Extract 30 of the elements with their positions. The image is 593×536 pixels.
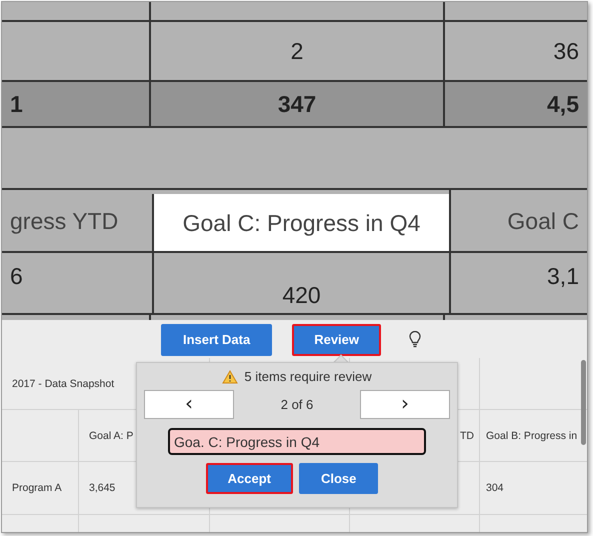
table-cell: 304 [486, 482, 504, 494]
popup-button[interactable]: Accept [206, 463, 293, 494]
previous-button[interactable]: ‹ [144, 390, 234, 419]
position-label: 2 of 6 [280, 397, 314, 412]
table-cell: 36 [553, 37, 579, 65]
scrollbar[interactable] [581, 360, 586, 445]
table-cell: 3,1 [547, 262, 579, 290]
lightbulb-icon[interactable] [409, 331, 422, 348]
table-cell: 4,5 [547, 90, 579, 118]
table-cell: 3,645 [89, 482, 116, 494]
table-cell: Goal C: Progress in Q4 [182, 208, 420, 236]
table-cell: 1 [10, 90, 23, 118]
table-cell: Program A [12, 482, 62, 494]
sheet-title: 2017 - Data Snapshot [12, 378, 114, 390]
table-cell: 420 [282, 281, 321, 309]
table-cell: Goal A: P [89, 430, 134, 442]
table-cell: Goal C [507, 206, 579, 234]
popup-button[interactable]: Close [298, 463, 378, 494]
toolbar-button[interactable]: Review [292, 324, 382, 356]
table-cell: gress YTD [10, 206, 118, 234]
table-cell: 347 [278, 90, 316, 118]
table-cell: 2 [290, 37, 304, 65]
table-cell: 6 [10, 262, 23, 290]
table-cell: TD [460, 430, 474, 442]
review-field[interactable]: Goa. C: Progress in Q4 [168, 428, 426, 455]
table-cell: Goal B: Progress in [486, 430, 578, 442]
warning-icon [222, 370, 238, 384]
toolbar-button[interactable]: Insert Data [161, 324, 272, 356]
review-message: 5 items require review [244, 369, 372, 384]
next-button[interactable]: › [360, 390, 450, 419]
